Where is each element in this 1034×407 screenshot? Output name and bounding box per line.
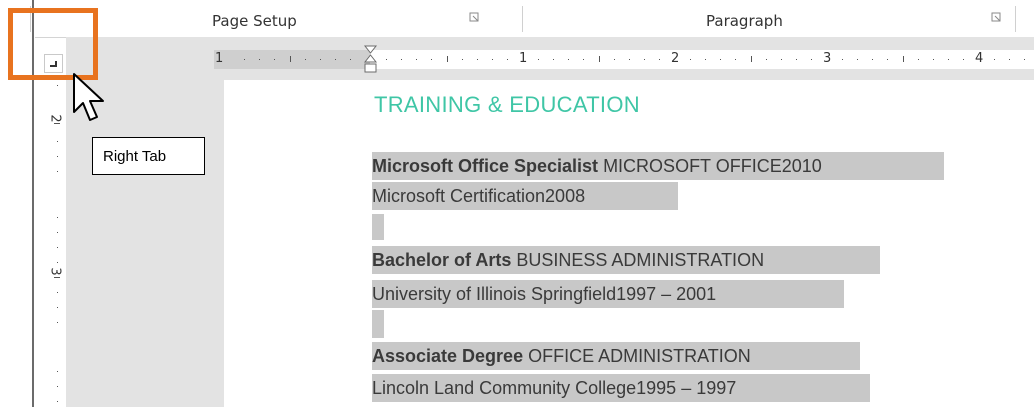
selected-empty-line [372, 214, 384, 240]
horizontal-ruler-ticks [244, 56, 1025, 62]
indent-marker-icon[interactable] [363, 45, 379, 83]
selected-line: Microsoft Certification2008 [372, 182, 678, 210]
vertical-ruler-ticks [54, 85, 60, 402]
entry-subtitle: OFFICE ADMINISTRATION [523, 346, 751, 366]
ribbon-separator [522, 6, 523, 32]
ruler-number: 4 [975, 51, 984, 66]
selected-line: University of Illinois Springfield1997 –… [372, 280, 844, 308]
ruler-number: 3 [47, 267, 63, 276]
ruler-number: 2 [47, 114, 63, 123]
ruler-number: 2 [671, 51, 680, 66]
entry-title: Associate Degree [372, 346, 524, 366]
entry-subtitle: BUSINESS ADMINISTRATION [511, 250, 765, 270]
entry-title: Bachelor of Arts [372, 250, 512, 270]
selected-line: Lincoln Land Community College1995 – 199… [372, 374, 870, 402]
ruler-number: 1 [215, 51, 224, 66]
paragraph-dialog-launcher-icon[interactable] [991, 12, 1002, 23]
ruler-number: 1 [519, 51, 528, 66]
group-label-page-setup: Page Setup [212, 12, 297, 30]
page-setup-dialog-launcher-icon[interactable] [469, 12, 480, 23]
entry-subtitle: MICROSOFT OFFICE2010 [598, 156, 822, 176]
selected-line: Bachelor of Arts BUSINESS ADMINISTRATION [372, 246, 880, 274]
callout-highlight-box [8, 8, 98, 80]
mouse-pointer-icon [73, 73, 104, 121]
entry-title: Microsoft Office Specialist [372, 156, 599, 176]
group-label-paragraph: Paragraph [706, 12, 783, 30]
selected-line: Microsoft Office Specialist MICROSOFT OF… [372, 152, 944, 180]
tooltip-right-tab: Right Tab [92, 137, 205, 175]
ruler-number: 3 [823, 51, 832, 66]
ribbon-separator [1015, 6, 1016, 32]
ribbon: Page Setup Paragraph [0, 0, 1034, 38]
left-frame [0, 37, 35, 407]
section-heading: TRAINING & EDUCATION [374, 92, 640, 117]
selected-line: Associate Degree OFFICE ADMINISTRATION [372, 342, 860, 370]
selected-empty-line [372, 310, 384, 338]
